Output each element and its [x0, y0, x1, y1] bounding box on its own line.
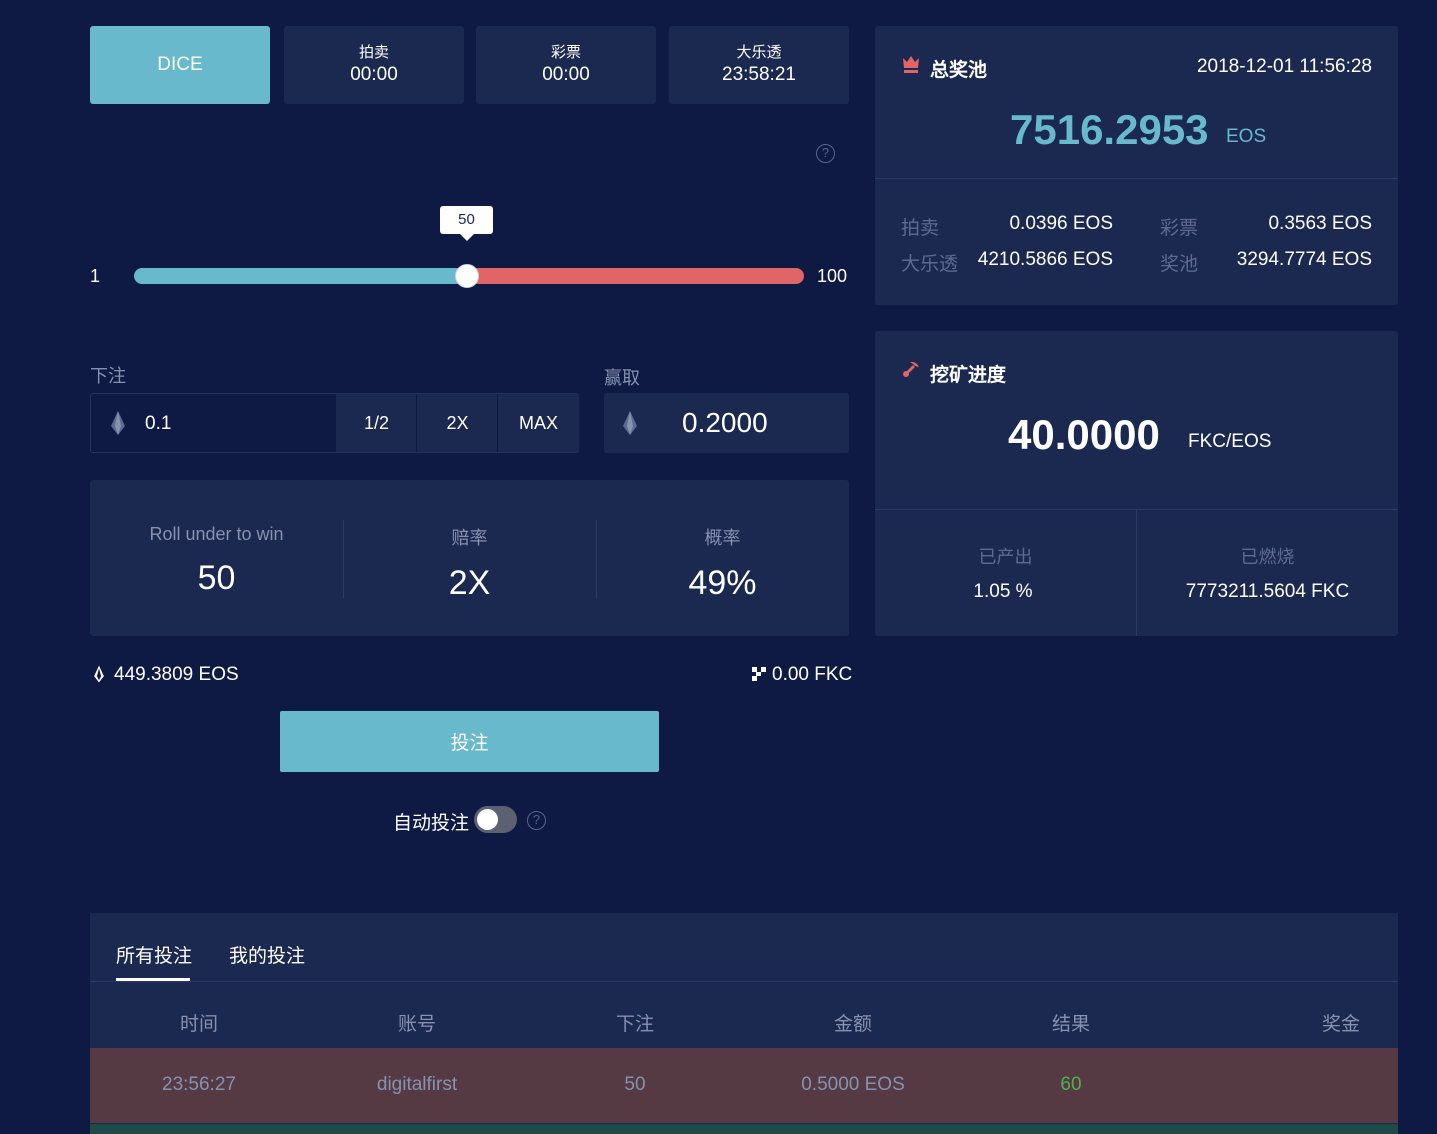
- prize-pool-panel: 总奖池 2018-12-01 11:56:28 7516.2953 EOS 拍卖…: [875, 26, 1398, 305]
- roll-under-label: Roll under to win: [149, 524, 284, 544]
- chance-label: 概率: [704, 528, 741, 548]
- tab-auction[interactable]: 拍卖 00:00: [284, 26, 464, 104]
- pickaxe-icon: [903, 361, 919, 377]
- tab-lottery[interactable]: 彩票 00:00: [476, 26, 656, 104]
- pool-jackpot-label: 奖池: [1160, 254, 1199, 275]
- pool-auction-value: 0.0396 EOS: [1009, 213, 1113, 234]
- tab-dice[interactable]: DICE: [90, 26, 270, 104]
- help-icon[interactable]: ?: [816, 144, 835, 163]
- odds-label: 赔率: [451, 528, 488, 548]
- chance-value: 49%: [688, 564, 757, 602]
- bet-input-group: 0.1 1/2 2X MAX: [90, 393, 579, 453]
- bet-label: 下注: [90, 366, 126, 386]
- mining-title: 挖矿进度: [930, 365, 1007, 386]
- column-header-time: 时间: [179, 1014, 218, 1035]
- tab-auction-timer: 00:00: [350, 64, 398, 85]
- produced-label: 已产出: [978, 547, 1033, 567]
- win-amount-box: 0.2000: [604, 393, 849, 453]
- win-label: 赢取: [604, 368, 640, 388]
- mining-progress-panel: 挖矿进度 40.0000 FKC/EOS 已产出 1.05 % 已燃烧 7773…: [875, 331, 1398, 636]
- eos-icon: [94, 665, 104, 683]
- odds-value: 2X: [448, 564, 491, 602]
- column-header-bet: 下注: [615, 1014, 654, 1035]
- slider-max-label: 100: [817, 266, 848, 286]
- row-bet: 50: [624, 1074, 646, 1095]
- trophy-icon: [903, 56, 919, 73]
- pool-lottery-label: 彩票: [1160, 218, 1199, 239]
- bet-stats-panel: Roll under to win 50 赔率 2X 概率 49%: [90, 480, 849, 636]
- auto-bet-toggle[interactable]: [474, 806, 517, 833]
- tab-dice-label: DICE: [157, 54, 203, 75]
- place-bet-button[interactable]: 投注: [280, 711, 659, 772]
- tab-lottery-timer: 00:00: [542, 64, 590, 85]
- bet-amount-input[interactable]: 0.1: [145, 413, 171, 435]
- bet-history-table: 所有投注 我的投注 时间 账号 下注 金额 结果 奖金 23:56:27 dig…: [90, 913, 1398, 1134]
- divider: [90, 981, 1398, 982]
- mining-unit: FKC/EOS: [1188, 431, 1272, 452]
- tab-all-bets[interactable]: 所有投注: [116, 941, 192, 968]
- auto-bet-label: 自动投注: [393, 813, 470, 834]
- tab-lottery-label: 彩票: [550, 44, 581, 61]
- slider-handle[interactable]: [455, 264, 479, 288]
- tab-big-lotto-label: 大乐透: [736, 44, 782, 61]
- roll-under-value: 50: [197, 559, 236, 597]
- row-result: 60: [1060, 1074, 1082, 1095]
- eos-icon: [111, 411, 125, 435]
- pool-auction-label: 拍卖: [901, 218, 940, 239]
- column-header-result: 结果: [1051, 1014, 1090, 1035]
- divider: [1136, 509, 1137, 636]
- table-row-next[interactable]: [90, 1124, 1398, 1134]
- eos-icon: [623, 411, 637, 435]
- slider-track-under[interactable]: [134, 268, 467, 284]
- tab-my-bets[interactable]: 我的投注: [229, 941, 305, 968]
- prize-pool-title: 总奖池: [930, 60, 988, 81]
- tab-auction-label: 拍卖: [358, 44, 389, 61]
- row-amount: 0.5000 EOS: [801, 1074, 905, 1095]
- prize-pool-datetime: 2018-12-01 11:56:28: [1196, 56, 1372, 77]
- bet-half-button[interactable]: 1/2: [335, 394, 417, 452]
- bet-double-button[interactable]: 2X: [416, 394, 498, 452]
- tab-big-lotto-timer: 23:58:21: [722, 64, 796, 85]
- burned-label: 已燃烧: [1240, 547, 1295, 567]
- column-header-prize: 奖金: [1321, 1014, 1360, 1035]
- column-header-account: 账号: [397, 1014, 436, 1035]
- pool-big-lotto-label: 大乐透: [901, 254, 959, 275]
- table-row[interactable]: 23:56:27 digitalfirst 50 0.5000 EOS 60: [90, 1048, 1398, 1123]
- pool-jackpot-value: 3294.7774 EOS: [1236, 249, 1372, 270]
- produced-value: 1.05 %: [973, 581, 1033, 602]
- eos-balance: 449.3809 EOS: [114, 664, 239, 685]
- toggle-knob: [477, 809, 498, 830]
- tab-big-lotto[interactable]: 大乐透 23:58:21: [669, 26, 849, 104]
- help-icon[interactable]: ?: [527, 811, 546, 830]
- slider-min-label: 1: [90, 266, 101, 286]
- prize-pool-total: 7516.2953: [1010, 106, 1209, 153]
- pool-big-lotto-value: 4210.5866 EOS: [977, 249, 1113, 270]
- fkc-balance: 0.00 FKC: [772, 664, 853, 685]
- divider: [875, 178, 1398, 179]
- prize-pool-unit: EOS: [1226, 126, 1267, 147]
- bet-max-button[interactable]: MAX: [497, 394, 579, 452]
- slider-track-over[interactable]: [467, 268, 804, 284]
- burned-value: 7773211.5604 FKC: [1185, 581, 1350, 602]
- fkc-icon: [752, 667, 766, 681]
- row-account[interactable]: digitalfirst: [337, 1074, 497, 1096]
- column-header-amount: 金额: [833, 1014, 872, 1035]
- mining-rate: 40.0000: [1008, 411, 1160, 458]
- win-amount: 0.2000: [682, 407, 768, 438]
- pool-lottery-value: 0.3563 EOS: [1268, 213, 1372, 234]
- slider-value-tooltip: 50: [440, 206, 493, 241]
- row-time: 23:56:27: [162, 1074, 236, 1095]
